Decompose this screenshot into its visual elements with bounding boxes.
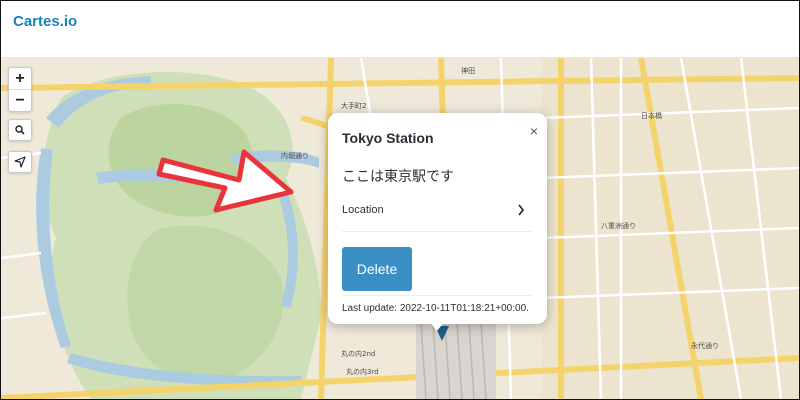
locate-button[interactable] (8, 151, 32, 173)
map-label: 大手町2 (341, 101, 366, 110)
close-icon[interactable]: × (530, 123, 538, 139)
zoom-out-button[interactable]: − (9, 90, 31, 111)
search-icon (15, 125, 25, 135)
popup-tip (429, 321, 445, 331)
map-label: 八重洲通り (601, 221, 636, 230)
brand-logo[interactable]: Cartes.io (13, 13, 77, 30)
location-row[interactable]: Location (342, 199, 531, 232)
popup-title: Tokyo Station (342, 130, 434, 146)
map-label: 内堀通り (281, 151, 309, 160)
chevron-right-icon (518, 204, 525, 216)
zoom-in-button[interactable]: + (9, 68, 31, 90)
top-navbar: Cartes.io (1, 1, 799, 58)
zoom-control: + − (8, 67, 32, 112)
delete-button[interactable]: Delete (342, 247, 412, 291)
location-label: Location (342, 204, 384, 216)
map-label: 永代通り (691, 341, 719, 350)
map-label: 丸の内2nd (341, 349, 375, 358)
divider (342, 295, 531, 296)
navigation-arrow-icon (14, 156, 26, 168)
map-label: 丸の内3rd (346, 367, 379, 376)
search-button[interactable] (8, 119, 32, 141)
popup-description: ここは東京駅です (342, 168, 454, 184)
last-update-text: Last update: 2022-10-11T01:18:21+00:00. (342, 303, 529, 314)
marker-popup: × Tokyo Station ここは東京駅です Location Delete… (328, 113, 547, 324)
map-label: 神田 (461, 66, 475, 75)
app-window: Cartes.io 丸の内2nd 丸の内3rd 内堀通り 永代通り 日本橋 八重… (0, 0, 800, 400)
map-label: 日本橋 (641, 111, 662, 120)
